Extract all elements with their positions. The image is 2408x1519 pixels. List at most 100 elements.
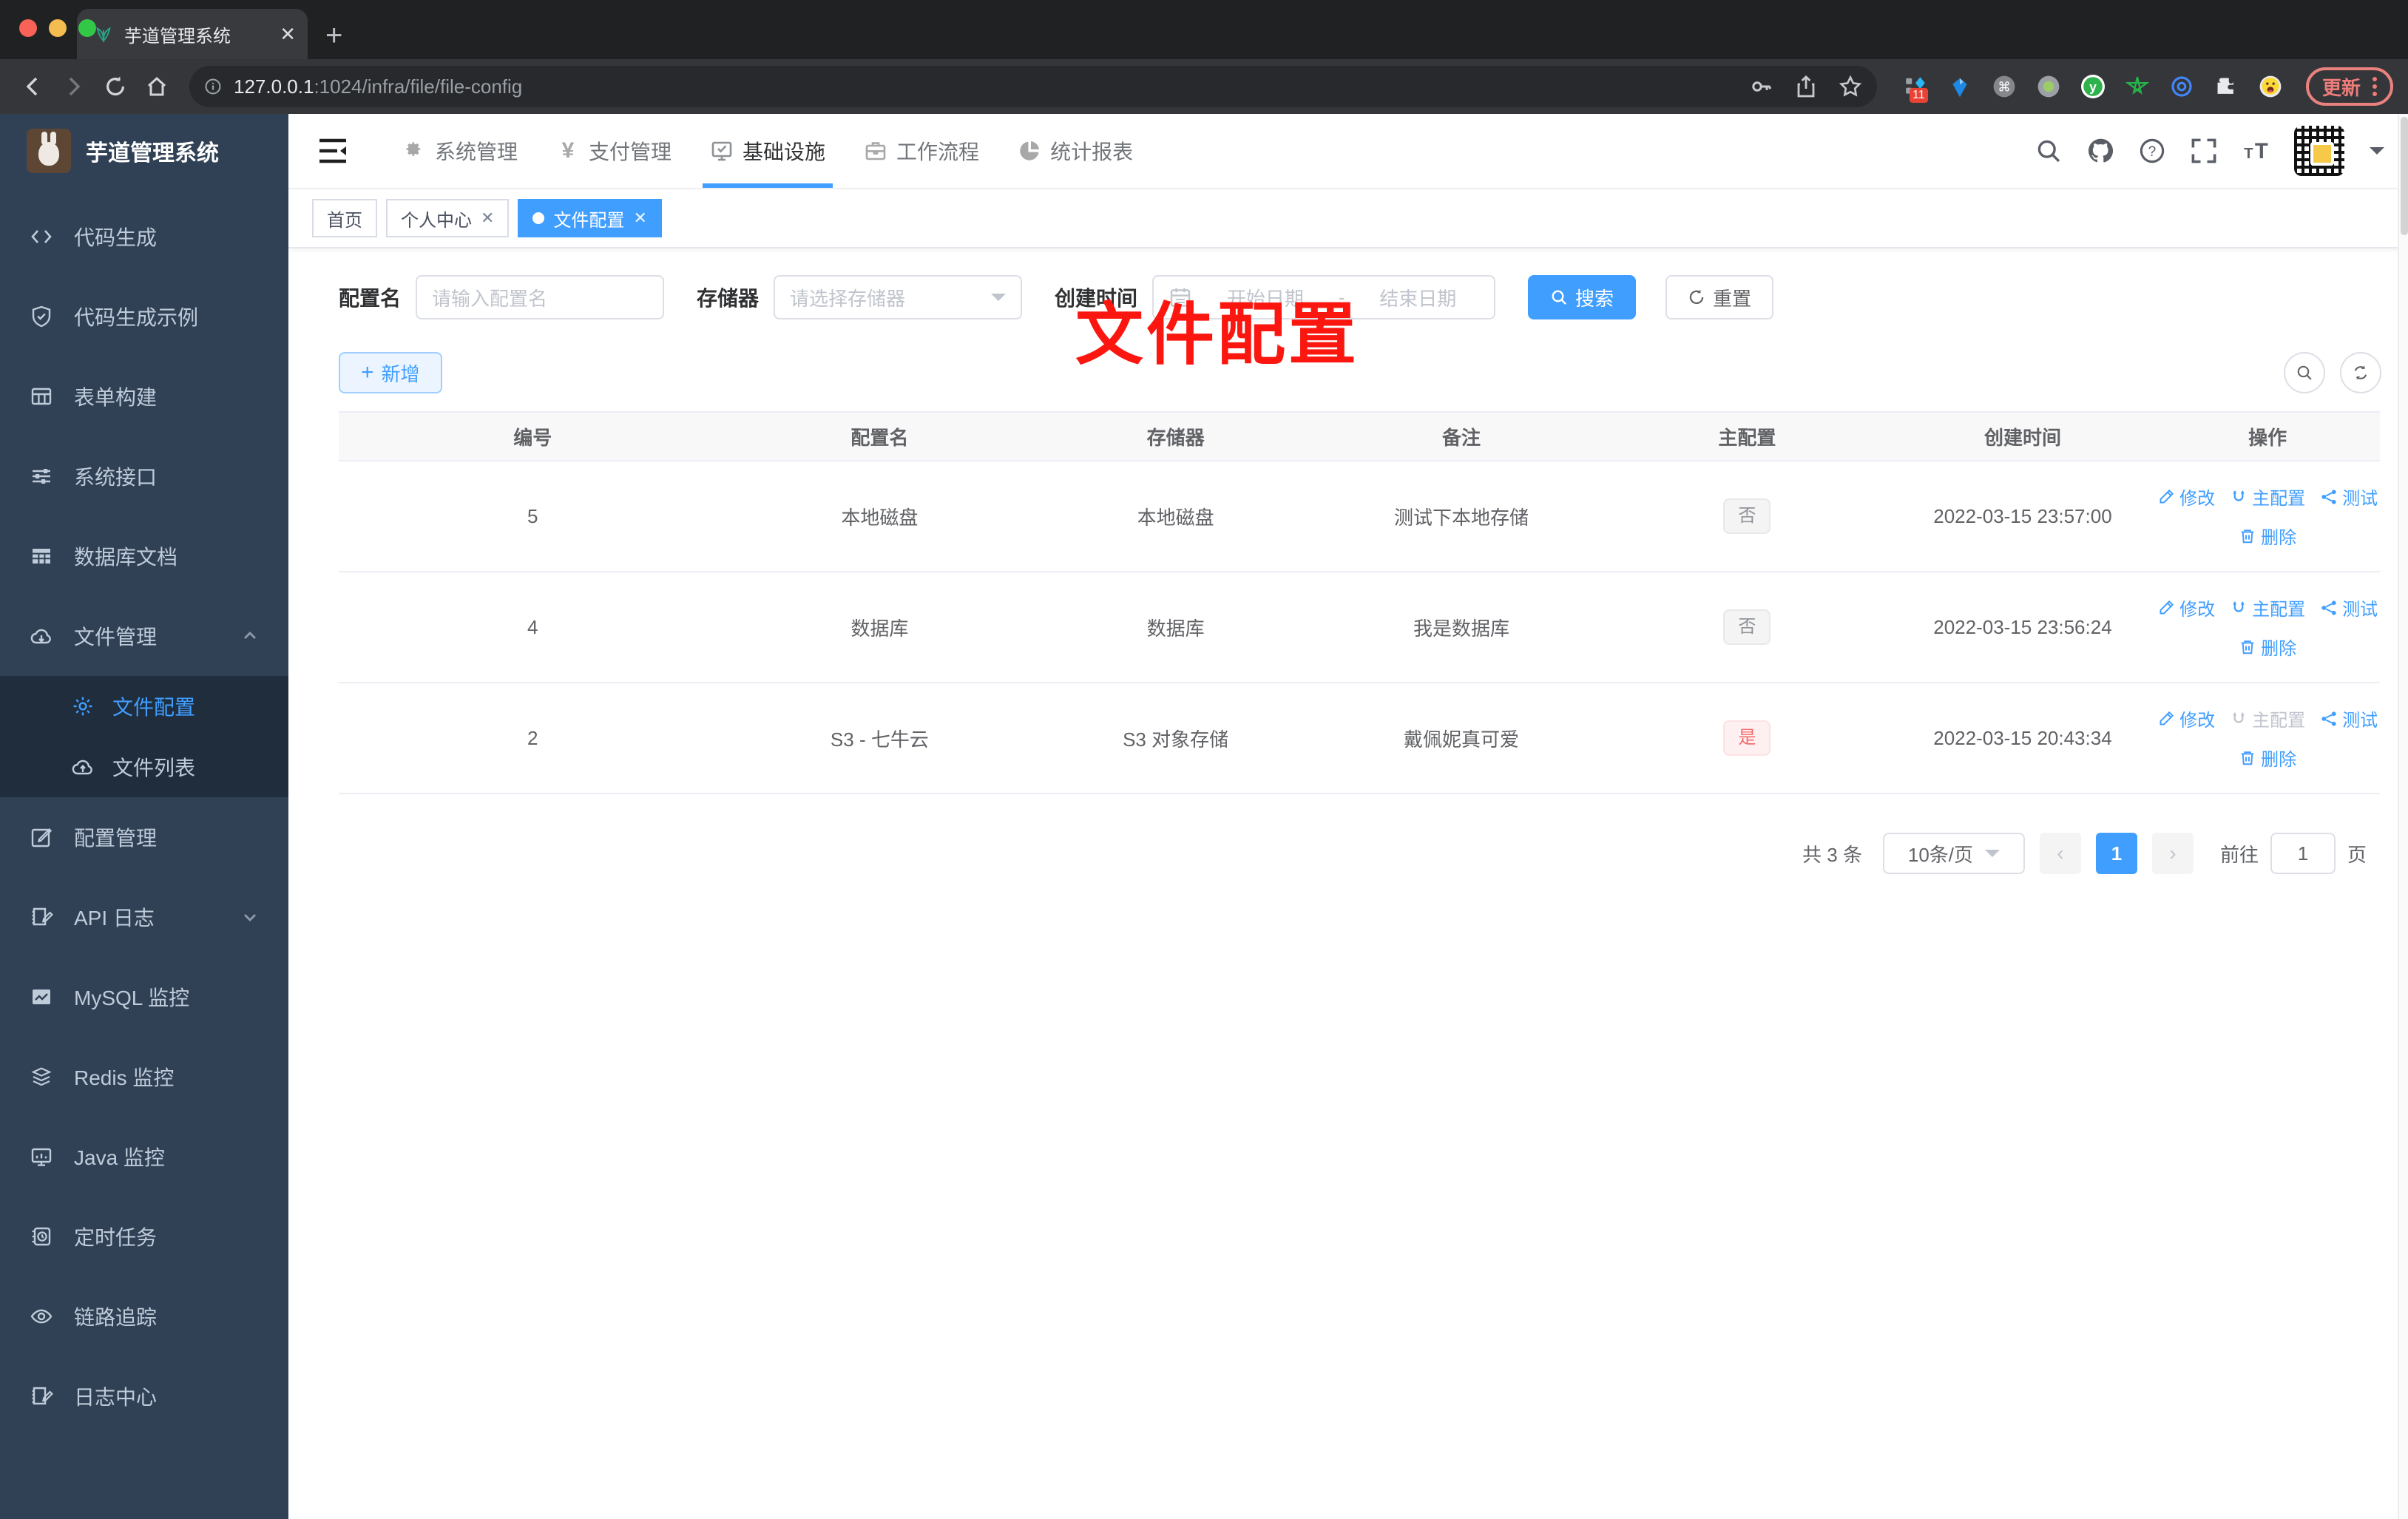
nav-item-system[interactable]: 系统管理	[383, 114, 537, 188]
extension-eye-icon[interactable]	[2167, 72, 2196, 101]
prev-page-button[interactable]: ‹	[2039, 833, 2081, 874]
edit-link[interactable]: 修改	[2157, 484, 2215, 510]
tag-close-icon[interactable]: ✕	[481, 209, 494, 228]
sidebar-item-file-list[interactable]: 文件列表	[0, 737, 288, 797]
edit-link[interactable]: 修改	[2157, 595, 2215, 620]
sidebar-item-file-config[interactable]: 文件配置	[0, 676, 288, 737]
reload-button[interactable]	[98, 69, 133, 104]
collapse-sidebar-button[interactable]	[303, 138, 362, 164]
extension-y-icon[interactable]: y	[2078, 72, 2108, 101]
new-tab-button[interactable]: +	[325, 21, 342, 50]
sidebar-item-label: 文件管理	[74, 626, 158, 649]
search-icon[interactable]	[2035, 138, 2062, 164]
extension-star-icon[interactable]	[2123, 72, 2152, 101]
sidebar-item-config-management[interactable]: 配置管理	[0, 797, 288, 877]
test-link[interactable]: 测试	[2320, 595, 2378, 620]
config-name-input[interactable]: 请输入配置名	[416, 275, 665, 319]
nav-item-report[interactable]: 统计报表	[998, 114, 1152, 188]
cloud-upload-icon	[72, 760, 92, 775]
sidebar-item-mysql-monitor[interactable]: MySQL 监控	[0, 957, 288, 1037]
nav-item-payment[interactable]: ¥ 支付管理	[537, 114, 691, 188]
fullscreen-icon[interactable]	[2191, 138, 2217, 164]
browser-tab[interactable]: 芋道管理系统 ✕	[77, 9, 308, 59]
active-dot	[532, 212, 545, 224]
share-icon[interactable]	[1794, 75, 1818, 98]
tag-tab-home[interactable]: 首页	[312, 199, 377, 237]
extension-icons: 11 ⌘ y	[1892, 72, 2294, 103]
back-button[interactable]	[15, 69, 50, 104]
forward-button[interactable]	[56, 69, 92, 104]
window-minimize-button[interactable]	[49, 19, 67, 37]
annotation-title: 文件配置	[1075, 297, 1360, 373]
help-icon[interactable]: ?	[2139, 138, 2165, 164]
tag-close-icon[interactable]: ✕	[633, 209, 646, 228]
master-config-link[interactable]: 主配置	[2230, 484, 2305, 510]
browser-menu-icon[interactable]	[2373, 77, 2377, 96]
sidebar-item-system-api[interactable]: 系统接口	[0, 436, 288, 516]
sidebar-item-db-doc[interactable]: 数据库文档	[0, 516, 288, 596]
page-scrollbar[interactable]	[2398, 114, 2408, 1519]
add-button[interactable]: + 新增	[339, 352, 442, 393]
extension-gray-dot-icon[interactable]	[2034, 72, 2063, 101]
sidebar-item-java-monitor[interactable]: Java 监控	[0, 1117, 288, 1197]
sidebar-item-label: 配置管理	[74, 827, 158, 850]
delete-link[interactable]: 删除	[2239, 523, 2296, 549]
sidebar-logo[interactable]: 芋道管理系统	[0, 114, 288, 188]
storage-select[interactable]: 请选择存储器	[774, 275, 1023, 319]
sidebar-item-code-example[interactable]: 代码生成示例	[0, 277, 288, 356]
delete-link[interactable]: 删除	[2239, 745, 2296, 771]
select-placeholder: 请选择存储器	[790, 287, 906, 310]
extension-grid-gem-icon[interactable]: 11	[1901, 72, 1930, 103]
cell-remark: 测试下本地存储	[1393, 506, 1529, 529]
extension-spinner-icon[interactable]	[1945, 72, 1975, 101]
nav-item-infrastructure[interactable]: 基础设施	[691, 114, 845, 188]
master-config-link[interactable]: 主配置	[2230, 706, 2305, 731]
show-search-button[interactable]	[2284, 352, 2325, 393]
sidebar-item-scheduled-task[interactable]: 定时任务	[0, 1197, 288, 1276]
home-button[interactable]	[139, 69, 175, 104]
sidebar-item-trace[interactable]: 链路追踪	[0, 1276, 288, 1356]
sidebar-item-file-management[interactable]: 文件管理	[0, 596, 288, 676]
github-icon[interactable]	[2087, 138, 2114, 164]
delete-link[interactable]: 删除	[2239, 634, 2296, 660]
window-zoom-button[interactable]	[78, 19, 96, 37]
extension-badge: 11	[1909, 88, 1928, 103]
bookmark-star-icon[interactable]	[1839, 75, 1862, 98]
address-bar[interactable]: 127.0.0.1:1024/infra/file/file-config	[189, 66, 1877, 107]
sidebar-item-api-log[interactable]: API 日志	[0, 877, 288, 957]
test-link[interactable]: 测试	[2320, 706, 2378, 731]
window-close-button[interactable]	[19, 19, 37, 37]
user-avatar[interactable]	[2294, 126, 2344, 176]
sidebar-item-log-center[interactable]: 日志中心	[0, 1356, 288, 1436]
nav-item-workflow[interactable]: 工作流程	[845, 114, 998, 188]
search-button[interactable]: 搜索	[1528, 275, 1637, 319]
window-controls	[19, 19, 96, 37]
page-size-select[interactable]: 10条/页	[1882, 833, 2025, 874]
next-page-button[interactable]: ›	[2151, 833, 2194, 874]
reset-button[interactable]: 重置	[1665, 275, 1774, 319]
extensions-puzzle-icon[interactable]	[2211, 72, 2241, 101]
tag-tab-file-config[interactable]: 文件配置 ✕	[518, 199, 662, 237]
tag-tab-profile[interactable]: 个人中心 ✕	[386, 199, 510, 237]
update-button[interactable]: 更新	[2305, 67, 2393, 106]
browser-tab-close-icon[interactable]: ✕	[280, 23, 296, 46]
extension-command-icon[interactable]: ⌘	[1989, 72, 2019, 101]
scrollbar-thumb[interactable]	[2401, 117, 2408, 235]
nav-item-label: 支付管理	[589, 141, 672, 163]
password-key-icon[interactable]	[1750, 75, 1773, 98]
font-size-icon[interactable]: TT	[2242, 138, 2269, 164]
avatar-caret-icon[interactable]	[2370, 147, 2384, 162]
goto-page-input[interactable]: 1	[2270, 833, 2336, 874]
sidebar-item-code-generation[interactable]: 代码生成	[0, 197, 288, 277]
site-info-icon[interactable]	[204, 78, 222, 95]
sidebar-item-redis-monitor[interactable]: Redis 监控	[0, 1037, 288, 1117]
page-unit-label: 页	[2347, 843, 2367, 866]
current-page-button[interactable]: 1	[2095, 833, 2137, 874]
refresh-table-button[interactable]	[2340, 352, 2381, 393]
test-link[interactable]: 测试	[2320, 484, 2378, 510]
edit-pen-icon	[2160, 600, 2174, 614]
master-config-link[interactable]: 主配置	[2230, 595, 2305, 620]
sidebar-item-form-builder[interactable]: 表单构建	[0, 356, 288, 436]
edit-link[interactable]: 修改	[2157, 706, 2215, 731]
extension-emoji-icon[interactable]	[2256, 72, 2285, 101]
